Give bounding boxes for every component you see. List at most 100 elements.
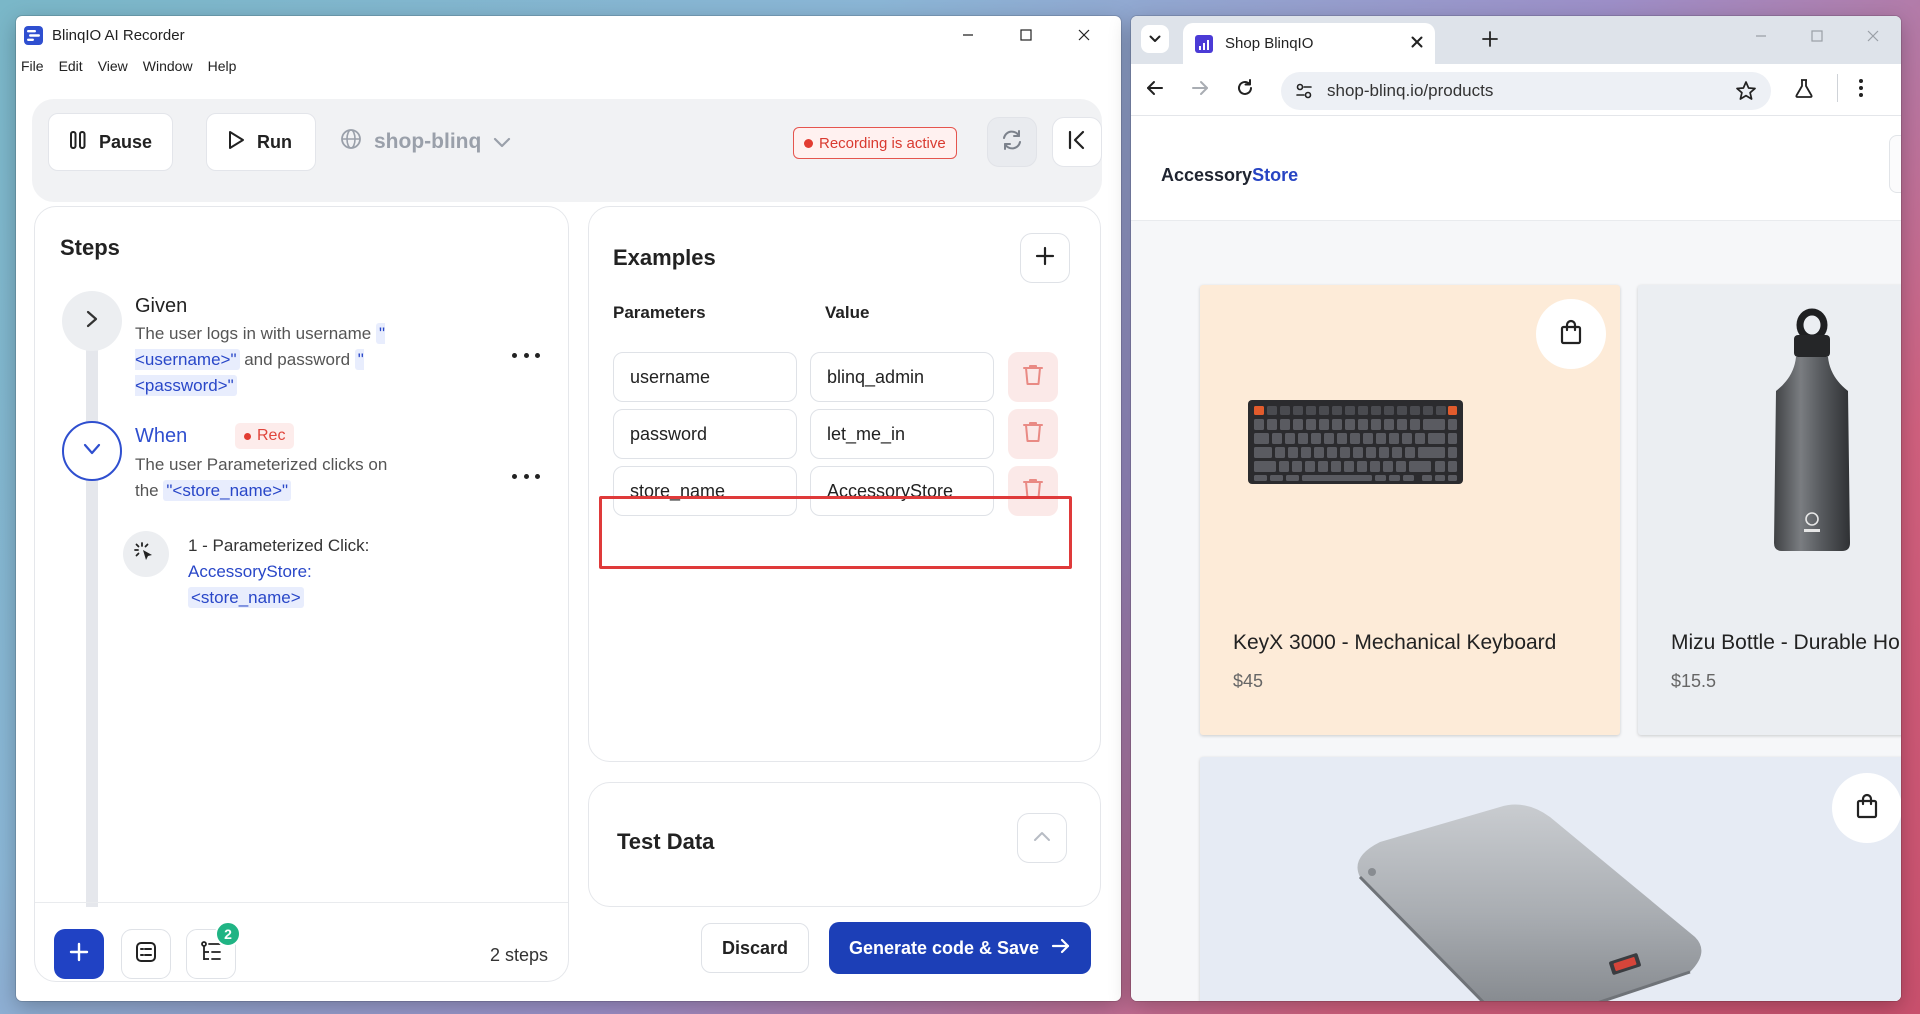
parameters-column-header: Parameters [613,303,706,322]
browser-tab-shop[interactable]: Shop BlinqIO [1183,23,1435,64]
product-card[interactable]: Mizu Bottle - Durable Ho $15.5 [1638,285,1901,735]
recording-dot-icon [804,138,813,148]
when-collapse-button[interactable] [62,421,122,481]
store-name-param-chip: "<store_name>" [163,480,292,501]
product-card[interactable]: KeyX 3000 - Mechanical Keyboard $45 [1200,285,1620,735]
step-list-button[interactable] [121,929,171,979]
collapse-left-icon [1066,129,1088,156]
maximize-icon[interactable] [997,16,1055,54]
new-tab-icon[interactable] [1481,30,1499,53]
discard-button[interactable]: Discard [701,923,809,973]
add-to-cart-button[interactable] [1832,773,1901,843]
sync-icon [1000,128,1024,157]
pause-button[interactable]: Pause [48,113,173,171]
back-arrow-icon[interactable] [1145,78,1165,103]
value-input[interactable]: blinq_admin [810,352,994,402]
when-step-text: The user Parameterized clicks on the "<s… [135,452,405,504]
steps-footer-divider [35,902,568,903]
product-name[interactable]: Mizu Bottle - Durable Ho [1671,631,1900,655]
close-icon[interactable] [1055,16,1113,54]
given-keyword: Given [135,295,188,317]
menu-window[interactable]: Window [143,58,193,74]
menu-view[interactable]: View [98,58,128,74]
maximize-icon[interactable] [1789,16,1845,56]
forward-arrow-icon[interactable] [1190,78,1210,103]
rec-dot-icon [244,432,251,440]
run-button[interactable]: Run [206,113,316,171]
browser-window: Shop BlinqIO shop-blinq.io/products Acce… [1131,16,1901,1001]
plus-icon [1034,245,1056,272]
add-to-cart-button[interactable] [1536,299,1606,369]
steps-count-badge: 2 [215,921,241,947]
close-tab-icon[interactable] [1409,34,1425,55]
environment-select[interactable]: shop-blinq [340,128,511,156]
given-step-text: The user logs in with username "<usernam… [135,321,405,399]
example-row: username blinq_admin [613,352,1073,402]
header-button-edge[interactable] [1889,135,1901,193]
steps-count-label: 2 steps [489,945,548,965]
chevron-right-icon [85,309,99,334]
bookmark-star-icon[interactable] [1735,80,1757,107]
trash-icon [1022,363,1044,392]
examples-panel: Examples Parameters Value username blinq… [588,206,1101,762]
given-text-before: The user logs in with username [135,324,376,343]
when-keyword: When [135,425,188,447]
delete-row-button[interactable] [1008,352,1058,402]
given-expand-button[interactable] [62,291,122,351]
chevron-up-icon [1032,829,1052,848]
tab-title: Shop BlinqIO [1225,35,1314,52]
app-logo-icon [24,25,43,45]
sub-step-param-chip: <store_name> [188,587,304,608]
add-step-button[interactable] [54,929,104,979]
menu-bar: File Edit View Window Help [16,54,1121,78]
globe-icon [340,128,362,156]
delete-row-button[interactable] [1008,409,1058,459]
labs-flask-icon[interactable] [1793,77,1815,104]
test-data-toggle-button[interactable] [1017,813,1067,863]
run-label: Run [257,131,292,152]
minimize-icon[interactable] [939,16,997,54]
tab-search-button[interactable] [1141,25,1169,53]
play-icon [227,130,245,155]
more-options-icon[interactable] [1857,78,1865,103]
menu-file[interactable]: File [21,58,44,74]
click-action-icon [123,531,169,577]
logo-part-accessory: Accessory [1161,165,1253,185]
parameter-input[interactable]: username [613,352,797,402]
trash-icon [1022,420,1044,449]
minimize-icon[interactable] [1733,16,1789,56]
add-example-button[interactable] [1020,233,1070,283]
menu-edit[interactable]: Edit [59,58,83,74]
sub-step-label: 1 - Parameterized Click: [188,536,370,555]
when-more-options-icon[interactable] [512,466,540,486]
window-title: BlinqIO AI Recorder [52,26,185,44]
pause-label: Pause [99,131,153,152]
given-text-middle: and password [239,350,355,369]
chevron-down-icon [493,130,511,154]
product-card[interactable] [1200,757,1901,1001]
reload-icon[interactable] [1235,78,1255,103]
close-icon[interactable] [1845,16,1901,56]
pause-icon [69,130,87,155]
logo-part-store: Store [1252,165,1299,185]
product-name[interactable]: KeyX 3000 - Mechanical Keyboard [1233,631,1556,655]
sync-button[interactable] [987,117,1037,167]
generate-code-save-button[interactable]: Generate code & Save [829,922,1091,974]
rec-tag-label: Rec [257,427,286,444]
examples-title: Examples [613,245,716,270]
product-price: $45 [1233,671,1264,691]
value-input[interactable]: let_me_in [810,409,994,459]
steps-panel: Steps Given The user logs in with userna… [34,206,569,982]
url-bar[interactable]: shop-blinq.io/products [1281,72,1771,110]
given-more-options-icon[interactable] [512,345,540,365]
collapse-panel-button[interactable] [1052,117,1102,167]
store-logo[interactable]: AccessoryStore [1161,165,1298,186]
window-controls [939,16,1113,54]
sub-step-text[interactable]: 1 - Parameterized Click: AccessoryStore:… [188,533,408,611]
site-settings-icon[interactable] [1295,82,1313,105]
parameter-input[interactable]: password [613,409,797,459]
environment-name: shop-blinq [374,130,482,153]
timeline-line [86,317,98,907]
recorder-toolbar: Pause Run shop-blinq Recording is active [32,99,1102,202]
menu-help[interactable]: Help [208,58,237,74]
